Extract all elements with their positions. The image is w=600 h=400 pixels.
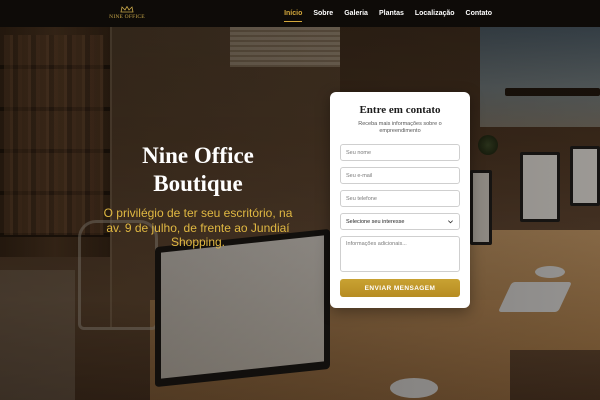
main-nav: Início Sobre Galeria Plantas Localização… (284, 0, 492, 27)
brand-logo[interactable]: NINE OFFICE (109, 2, 145, 24)
hero-title: Nine Office Boutique (120, 142, 276, 198)
contact-form-card: Entre em contato Receba mais informações… (330, 92, 470, 308)
nav-link-contato[interactable]: Contato (466, 8, 492, 19)
top-navbar: NINE OFFICE Início Sobre Galeria Plantas… (0, 0, 600, 27)
message-textarea[interactable] (340, 236, 460, 272)
crown-logo-icon (120, 6, 134, 13)
form-subtitle: Receba mais informações sobre o empreend… (358, 121, 442, 134)
nav-link-plantas[interactable]: Plantas (379, 8, 404, 19)
form-title: Entre em contato (359, 104, 441, 116)
hero-title-line-2: Boutique (153, 171, 243, 196)
name-input[interactable] (340, 144, 460, 161)
chevron-down-icon (448, 220, 453, 224)
nav-link-inicio[interactable]: Início (284, 8, 303, 22)
hero-subtitle: O privilégio de ter seu escritório, na a… (103, 206, 293, 249)
hero-title-line-1: Nine Office (142, 143, 254, 168)
hero-background-image (0, 0, 600, 400)
email-input[interactable] (340, 167, 460, 184)
interest-select-value: Selecione seu interesse (346, 218, 405, 225)
logo-text: NINE OFFICE (109, 14, 145, 20)
nav-link-sobre[interactable]: Sobre (313, 8, 333, 19)
nav-link-galeria[interactable]: Galeria (344, 8, 368, 19)
phone-input[interactable] (340, 190, 460, 207)
interest-select[interactable]: Selecione seu interesse (340, 213, 460, 230)
nav-link-localizacao[interactable]: Localização (415, 8, 455, 19)
send-message-button[interactable]: ENVIAR MENSAGEM (340, 279, 460, 297)
